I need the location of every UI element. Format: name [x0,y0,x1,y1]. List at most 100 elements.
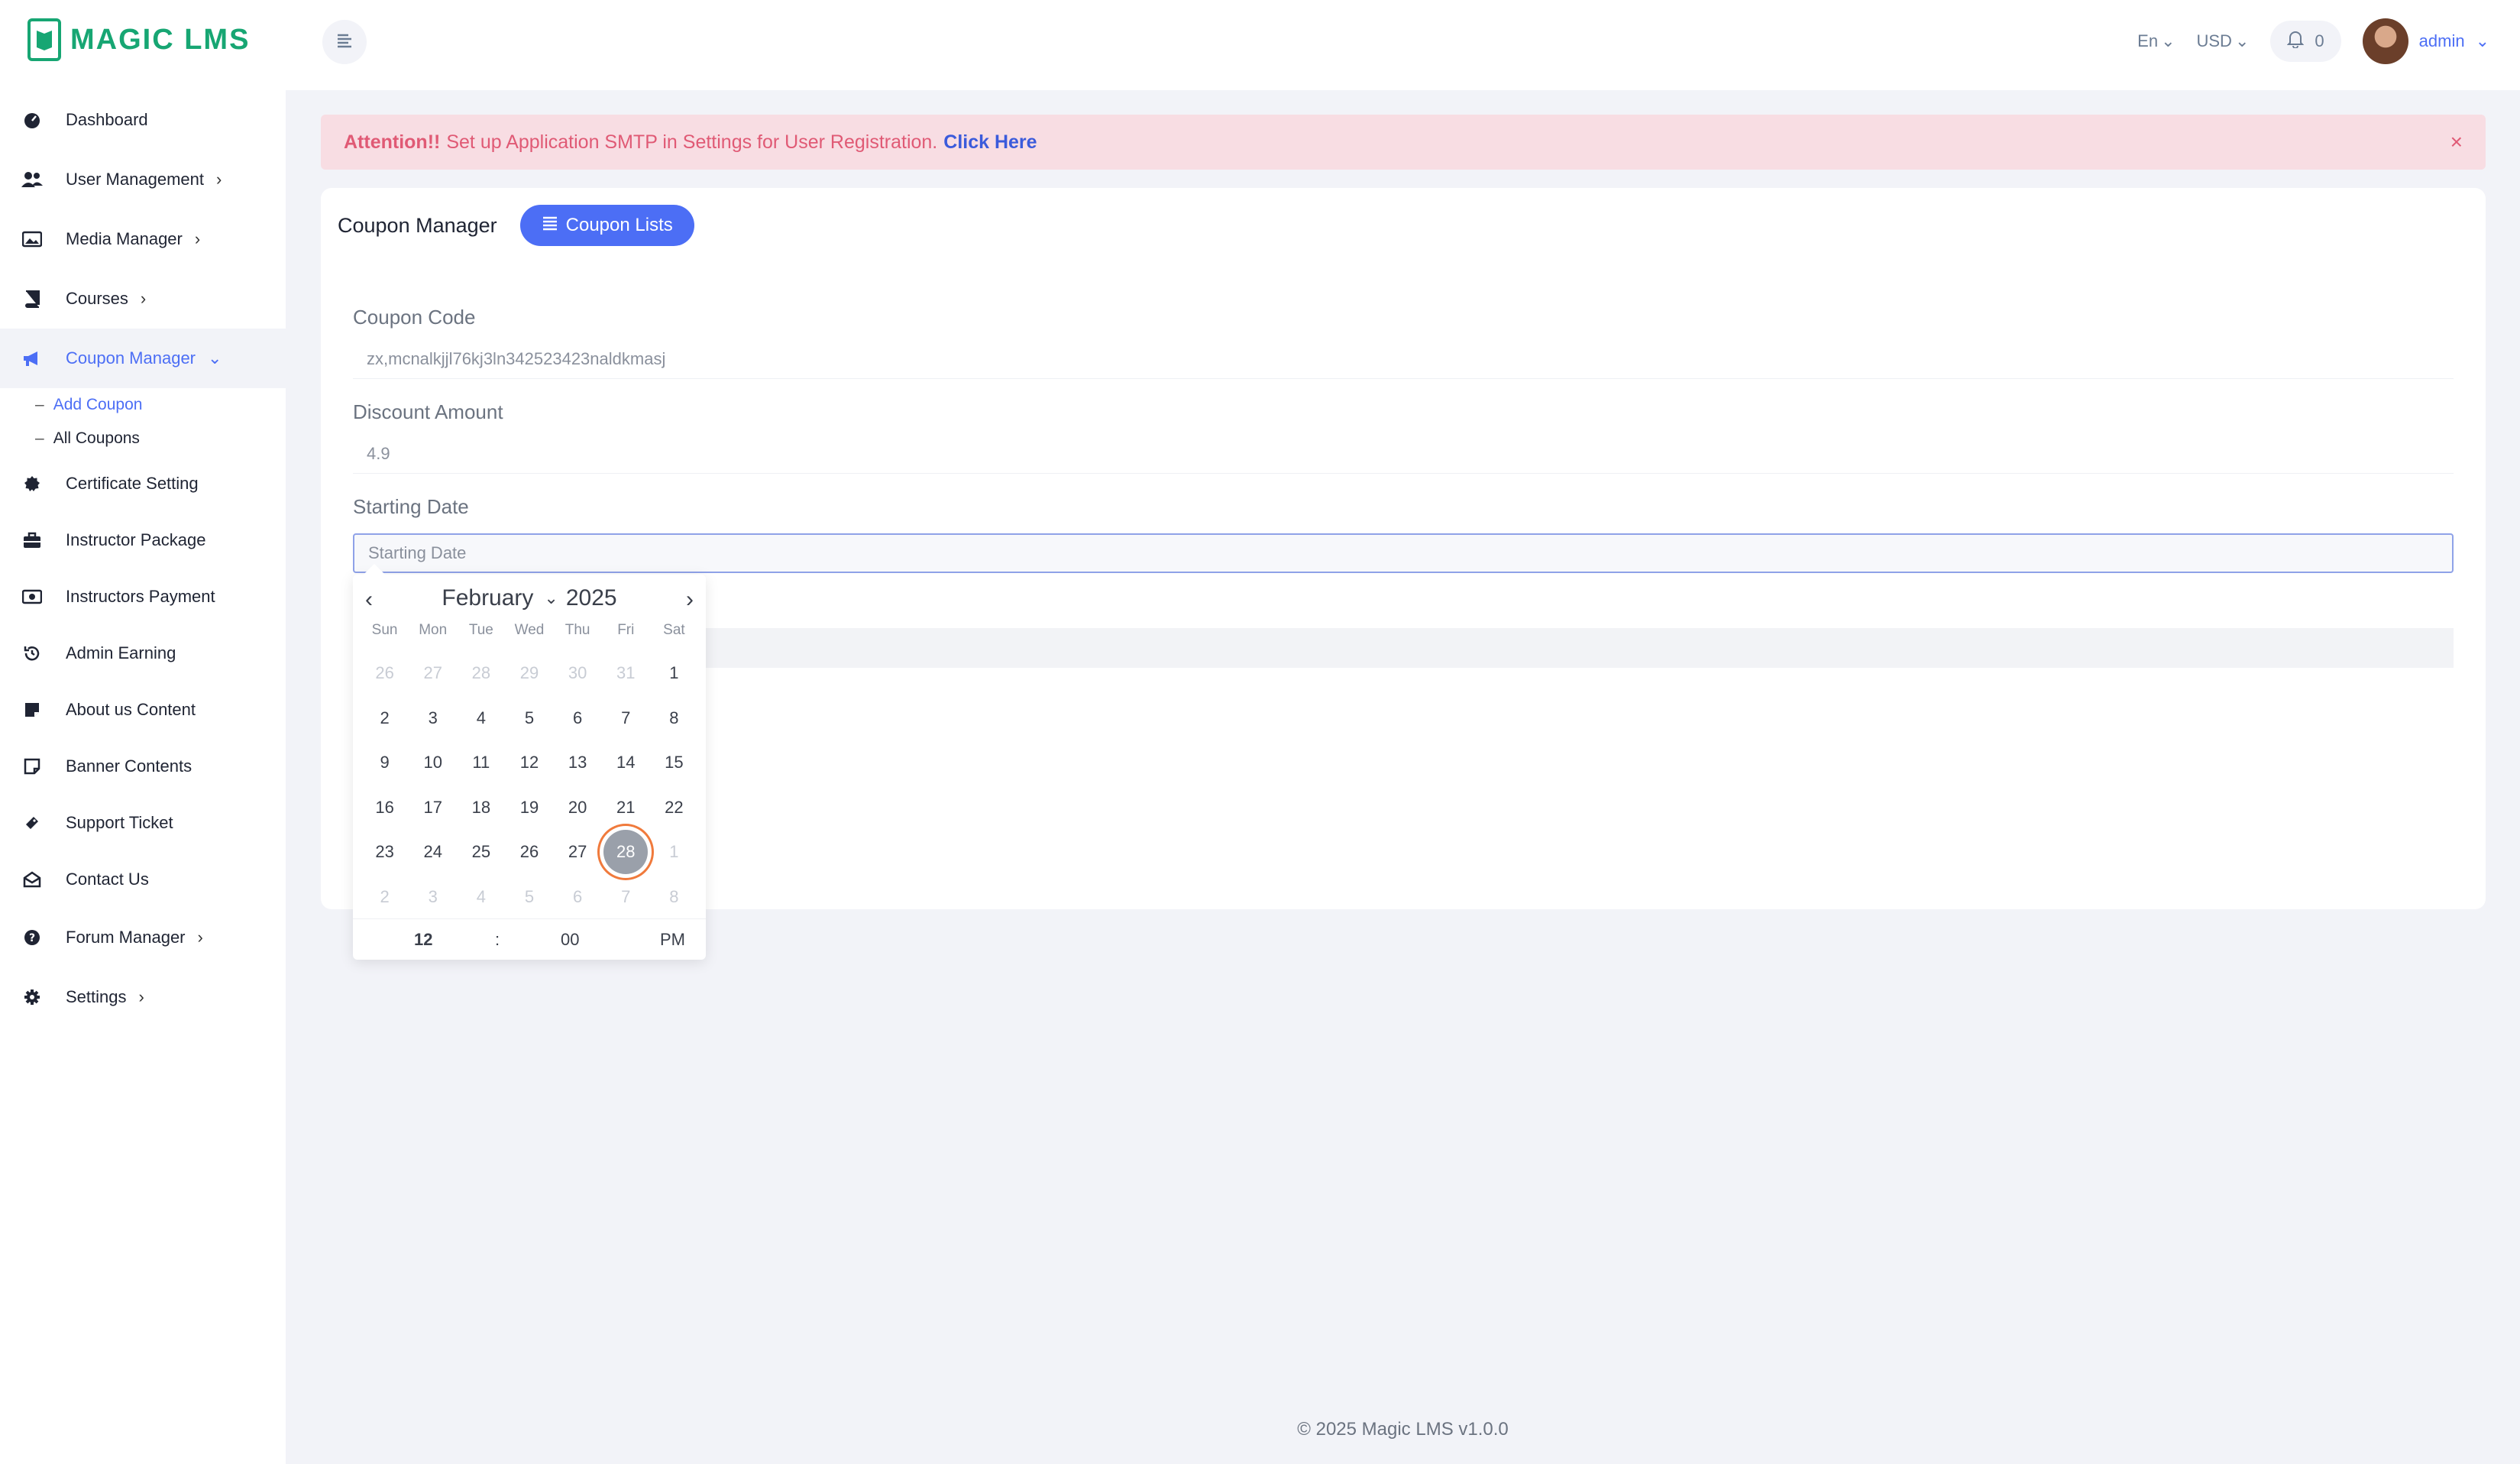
sidebar-item-user-management[interactable]: User Management › [0,150,286,209]
calendar-day[interactable]: 15 [650,740,698,785]
sidebar-subitem-add-coupon[interactable]: – Add Coupon [0,388,286,422]
calendar-day[interactable]: 19 [505,785,553,831]
menu-toggle-button[interactable] [322,20,367,64]
calendar-day[interactable]: 10 [409,740,457,785]
calendar-day-number: 19 [519,797,539,817]
calendar-day-number: 6 [573,886,583,906]
calendar-day[interactable]: 25 [457,830,505,875]
year-input[interactable]: 2025 [566,585,617,611]
calendar-day-number: 3 [428,886,438,906]
calendar-day[interactable]: 22 [650,785,698,831]
calendar-day-number: 6 [573,708,583,727]
sidebar-item-about-us-content[interactable]: About us Content [0,682,286,738]
calendar-day[interactable]: 4 [457,696,505,741]
sidebar-subitem-all-coupons[interactable]: – All Coupons [0,422,286,455]
sidebar-item-forum-manager[interactable]: ? Forum Manager › [0,908,286,967]
calendar-day[interactable]: 13 [554,740,602,785]
calendar-day[interactable]: 3 [409,696,457,741]
sidebar-item-label: Settings [66,987,127,1006]
language-dropdown[interactable]: En ⌄ [2137,31,2175,51]
sidebar-item-settings[interactable]: Settings › [0,967,286,1027]
next-month-icon[interactable]: › [686,587,694,613]
sidebar-item-contact-us[interactable]: Contact Us [0,851,286,908]
minute-input[interactable]: 00 [561,930,579,950]
sidebar-item-instructor-package[interactable]: Instructor Package [0,512,286,568]
calendar-day[interactable]: 2 [361,875,409,920]
chevron-down-icon: ⌄ [2475,31,2489,50]
calendar-day[interactable]: 1 [650,830,698,875]
calendar-day[interactable]: 5 [505,696,553,741]
sidebar-item-instructors-payment[interactable]: Instructors Payment [0,568,286,625]
sticky-icon [21,756,43,777]
calendar-day[interactable]: 26 [361,651,409,696]
sidebar-item-label: Instructor Package [66,530,206,549]
calendar-day[interactable]: 17 [409,785,457,831]
calendar-day-number: 9 [380,753,390,772]
calendar-day-number: 26 [375,663,394,683]
calendar-day[interactable]: 31 [602,651,650,696]
calendar-day[interactable]: 2 [361,696,409,741]
currency-dropdown[interactable]: USD ⌄ [2197,31,2250,51]
calendar-day-selected[interactable]: 28 [602,830,650,875]
calendar-day[interactable]: 12 [505,740,553,785]
calendar-day-number: 23 [375,842,394,862]
hour-input[interactable]: 12 [414,930,432,950]
calendar-day[interactable]: 24 [409,830,457,875]
calendar-day[interactable]: 26 [505,830,553,875]
calendar-day[interactable]: 6 [554,875,602,920]
calendar-day[interactable]: 30 [554,651,602,696]
chevron-right-icon: › [140,289,147,308]
calendar-day[interactable]: 18 [457,785,505,831]
calendar-day-number: 11 [472,753,490,772]
calendar-day[interactable]: 28 [457,651,505,696]
topbar-right: En ⌄ USD ⌄ 0 admin ⌄ [2137,17,2489,66]
calendar-day[interactable]: 1 [650,651,698,696]
alert-link[interactable]: Click Here [943,131,1037,154]
calendar-day[interactable]: 9 [361,740,409,785]
calendar-day[interactable]: 3 [409,875,457,920]
calendar-day-number: 31 [616,663,636,683]
calendar-day[interactable]: 4 [457,875,505,920]
sidebar-item-coupon-manager[interactable]: Coupon Manager ⌄ [0,329,286,388]
calendar-day[interactable]: 11 [457,740,505,785]
prev-month-icon[interactable]: ‹ [365,587,373,613]
discount-amount-input[interactable]: 4.9 [353,434,2454,474]
sidebar-item-dashboard[interactable]: Dashboard [0,90,286,150]
calendar-day-number: 28 [603,830,649,875]
calendar-day[interactable]: 23 [361,830,409,875]
sidebar-item-banner-contents[interactable]: Banner Contents [0,738,286,795]
sidebar-item-media-manager[interactable]: Media Manager › [0,209,286,269]
calendar-day-number: 4 [476,886,486,906]
calendar-day[interactable]: 8 [650,875,698,920]
ampm-toggle[interactable]: PM [660,930,685,950]
chevron-down-icon: ⌄ [2234,31,2250,50]
calendar-day[interactable]: 29 [505,651,553,696]
sidebar-item-admin-earning[interactable]: Admin Earning [0,625,286,682]
sidebar-item-courses[interactable]: Courses › [0,269,286,329]
calendar-day[interactable]: 8 [650,696,698,741]
calendar-day[interactable]: 14 [602,740,650,785]
logo[interactable]: MAGIC LMS [26,15,250,64]
calendar-day[interactable]: 6 [554,696,602,741]
coupon-lists-button[interactable]: Coupon Lists [519,205,694,246]
user-menu[interactable]: admin ⌄ [2362,18,2489,64]
sidebar-item-support-ticket[interactable]: Support Ticket [0,795,286,851]
sidebar-item-certificate-setting[interactable]: Certificate Setting [0,455,286,512]
coupon-code-input[interactable]: zx,mcnalkjjl76kj3ln342523423naldkmasj [353,339,2454,379]
money-icon [21,586,43,607]
calendar-day[interactable]: 7 [602,696,650,741]
month-select[interactable]: February [442,585,533,611]
calendar-day-number: 16 [375,797,394,817]
calendar-day[interactable]: 16 [361,785,409,831]
calendar-day[interactable]: 20 [554,785,602,831]
calendar-day[interactable]: 27 [554,830,602,875]
calendar-day[interactable]: 7 [602,875,650,920]
calendar-day[interactable]: 21 [602,785,650,831]
list-icon [542,215,558,236]
notifications-button[interactable]: 0 [2270,21,2341,62]
calendar-day[interactable]: 5 [505,875,553,920]
calendar-day[interactable]: 27 [409,651,457,696]
close-icon[interactable]: × [2450,130,2463,154]
starting-date-input[interactable]: Starting Date [353,533,2454,573]
calendar-day-number: 5 [524,886,535,906]
